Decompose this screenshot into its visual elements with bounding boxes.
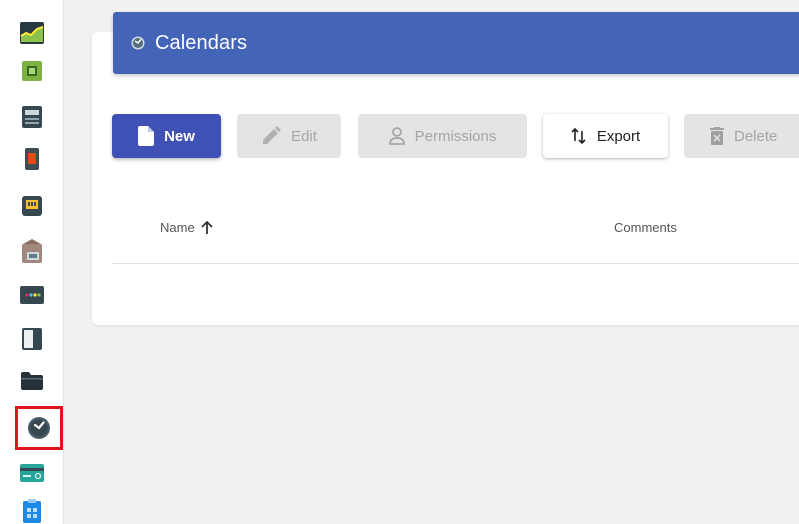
sort-arrows-icon [571, 127, 586, 145]
new-button[interactable]: New [112, 114, 221, 158]
content-card [92, 32, 799, 325]
server-icon [22, 106, 42, 128]
sidebar [0, 0, 64, 524]
device-icon [25, 148, 39, 170]
export-button-label: Export [596, 127, 641, 145]
sidebar-item-chip[interactable] [19, 58, 45, 84]
edit-button-label: Edit [291, 127, 317, 145]
chip-icon [22, 61, 42, 81]
folder-icon [21, 372, 43, 390]
sidebar-item-dashboard[interactable] [19, 282, 45, 308]
user-icon [388, 127, 405, 145]
table-header-divider [112, 263, 799, 264]
sidebar-item-calendars[interactable] [15, 406, 63, 450]
sidebar-item-network[interactable] [19, 193, 45, 219]
sidebar-item-folder[interactable] [19, 368, 45, 394]
export-button[interactable]: Export [543, 114, 668, 158]
delete-button-label: Delete [734, 127, 778, 145]
page-title: Calendars [155, 31, 248, 54]
clipboard-icon [23, 499, 41, 523]
column-header-comments[interactable]: Comments [614, 220, 677, 235]
arrow-up-icon [201, 221, 213, 234]
sidebar-item-clipboard[interactable] [19, 498, 45, 524]
new-file-icon [138, 126, 155, 146]
panel-icon [22, 328, 42, 350]
clock-icon [131, 36, 145, 50]
network-port-icon [22, 196, 42, 216]
sidebar-item-card[interactable] [19, 460, 45, 486]
permissions-button[interactable]: Permissions [358, 114, 527, 158]
delete-button[interactable]: Delete [684, 114, 799, 158]
permissions-button-label: Permissions [414, 127, 497, 145]
sidebar-item-chart[interactable] [19, 20, 45, 46]
column-header-comments-label: Comments [614, 220, 677, 235]
sidebar-item-server[interactable] [19, 104, 45, 130]
new-button-label: New [164, 127, 195, 145]
package-icon [22, 239, 42, 263]
sidebar-item-device[interactable] [19, 146, 45, 172]
clock-icon [28, 417, 50, 439]
page-header: Calendars [113, 12, 799, 74]
pencil-icon [263, 126, 282, 144]
sidebar-item-panel[interactable] [19, 326, 45, 352]
sidebar-item-package[interactable] [19, 238, 45, 264]
trash-icon [710, 127, 724, 145]
column-header-name-label: Name [160, 220, 195, 235]
column-header-name[interactable]: Name [160, 220, 213, 235]
chart-icon [20, 22, 44, 44]
card-icon [20, 464, 44, 482]
edit-button[interactable]: Edit [237, 114, 341, 158]
dashboard-icon [20, 286, 44, 304]
